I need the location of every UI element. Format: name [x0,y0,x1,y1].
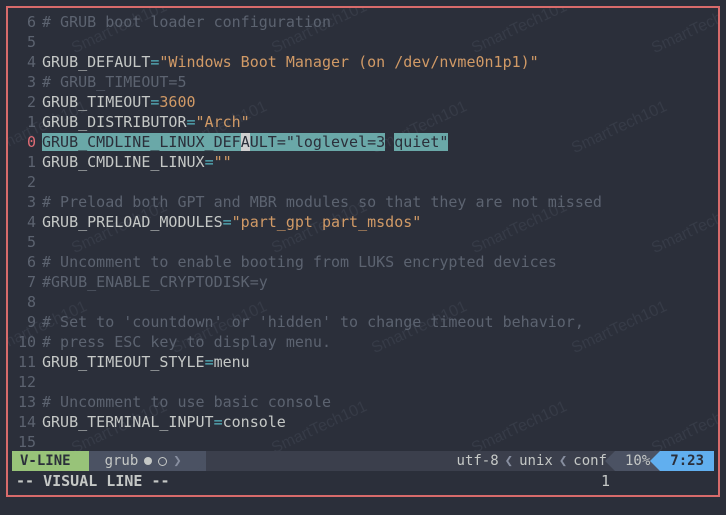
code-line[interactable]: 3# GRUB_TIMEOUT=5 [12,72,714,92]
code-content: # Set to 'countdown' or 'hidden' to chan… [42,312,714,332]
line-number: 5 [12,232,42,252]
code-line[interactable]: 1GRUB_CMDLINE_LINUX="" [12,152,714,172]
line-number: 14 [12,412,42,432]
line-number: 6 [12,12,42,32]
line-number: 10 [12,332,42,352]
code-content: GRUB_PRELOAD_MODULES="part_gpt part_msdo… [42,212,714,232]
line-number: 8 [12,292,42,312]
code-line[interactable]: 6# GRUB boot loader configuration [12,12,714,32]
code-line[interactable]: 5 [12,232,714,252]
status-bar: V-LINE grub ❯ utf-8 ❮ unix ❮ conf 10% 7:… [12,451,714,471]
line-number: 7 [12,272,42,292]
filetype: conf [573,451,607,471]
code-content: GRUB_TIMEOUT=3600 [42,92,714,112]
code-line[interactable]: 12 [12,372,714,392]
code-content: GRUB_DISTRIBUTOR="Arch" [42,112,714,132]
code-line[interactable]: 3# Preload both GPT and MBR modules so t… [12,192,714,212]
file-segment: grub ❯ [89,451,206,471]
chevron-right-icon: ❯ [173,451,181,471]
code-content: # GRUB boot loader configuration [42,12,714,32]
code-line[interactable]: 13# Uncomment to use basic console [12,392,714,412]
line-number: 1 [12,152,42,172]
code-content: GRUB_TIMEOUT_STYLE=menu [42,352,714,372]
line-number: 12 [12,372,42,392]
chevron-left-icon: ❮ [559,451,567,471]
encoding-segment: utf-8 ❮ unix ❮ conf [449,451,615,471]
line-number: 6 [12,252,42,272]
code-line[interactable]: 1GRUB_DISTRIBUTOR="Arch" [12,112,714,132]
line-number: 2 [12,92,42,112]
code-content [42,372,714,392]
code-content: # GRUB_TIMEOUT=5 [42,72,714,92]
code-line[interactable]: 11GRUB_TIMEOUT_STYLE=menu [12,352,714,372]
code-content [42,292,714,312]
line-number: 1 [12,112,42,132]
code-line[interactable]: 7#GRUB_ENABLE_CRYPTODISK=y [12,272,714,292]
code-line[interactable]: 4GRUB_PRELOAD_MODULES="part_gpt part_msd… [12,212,714,232]
code-content: GRUB_TERMINAL_INPUT=console [42,412,714,432]
code-line[interactable]: 9# Set to 'countdown' or 'hidden' to cha… [12,312,714,332]
visual-count: 1 [601,471,710,491]
code-line[interactable]: 6# Uncomment to enable booting from LUKS… [12,252,714,272]
line-number: 5 [12,32,42,52]
code-content: # Preload both GPT and MBR modules so th… [42,192,714,212]
line-number: 4 [12,52,42,72]
modified-dot-icon [144,457,152,465]
code-content [42,172,714,192]
code-line[interactable]: 15 [12,432,714,449]
line-number: 15 [12,432,42,449]
code-content [42,432,714,449]
mode-indicator: V-LINE [12,451,89,471]
code-line[interactable]: 14GRUB_TERMINAL_INPUT=console [12,412,714,432]
command-line[interactable]: -- VISUAL LINE -- 1 [12,471,714,491]
code-line[interactable]: 10# press ESC key to display menu. [12,332,714,352]
position-segment: 7:23 [660,451,714,471]
code-content [42,32,714,52]
mode-message: -- VISUAL LINE -- [16,471,170,491]
editor-frame: SmartTech101 SmartTech101 SmartTech101 S… [6,6,720,497]
filename: grub [105,451,139,471]
line-number: 4 [12,212,42,232]
code-content [42,232,714,252]
code-line[interactable]: 2GRUB_TIMEOUT=3600 [12,92,714,112]
editor-area[interactable]: 6# GRUB boot loader configuration54GRUB_… [12,12,714,449]
code-line[interactable]: 8 [12,292,714,312]
code-line[interactable]: 5 [12,32,714,52]
code-content: # Uncomment to use basic console [42,392,714,412]
code-content: GRUB_CMDLINE_LINUX_DEFAULT="loglevel=3 q… [42,132,714,152]
code-content: GRUB_CMDLINE_LINUX="" [42,152,714,172]
code-line[interactable]: 4GRUB_DEFAULT="Windows Boot Manager (on … [12,52,714,72]
line-number: 2 [12,172,42,192]
chevron-left-icon: ❮ [505,451,513,471]
line-number: 3 [12,192,42,212]
line-number: 0 [12,132,42,152]
line-number: 13 [12,392,42,412]
code-line[interactable]: 2 [12,172,714,192]
code-content: # press ESC key to display menu. [42,332,714,352]
code-content: #GRUB_ENABLE_CRYPTODISK=y [42,272,714,292]
code-content: # Uncomment to enable booting from LUKS … [42,252,714,272]
line-number: 11 [12,352,42,372]
line-number: 3 [12,72,42,92]
code-line[interactable]: 0GRUB_CMDLINE_LINUX_DEFAULT="loglevel=3 … [12,132,714,152]
line-number: 9 [12,312,42,332]
line-ending: unix [519,451,553,471]
readonly-ring-icon [158,457,167,466]
encoding: utf-8 [457,451,499,471]
code-content: GRUB_DEFAULT="Windows Boot Manager (on /… [42,52,714,72]
